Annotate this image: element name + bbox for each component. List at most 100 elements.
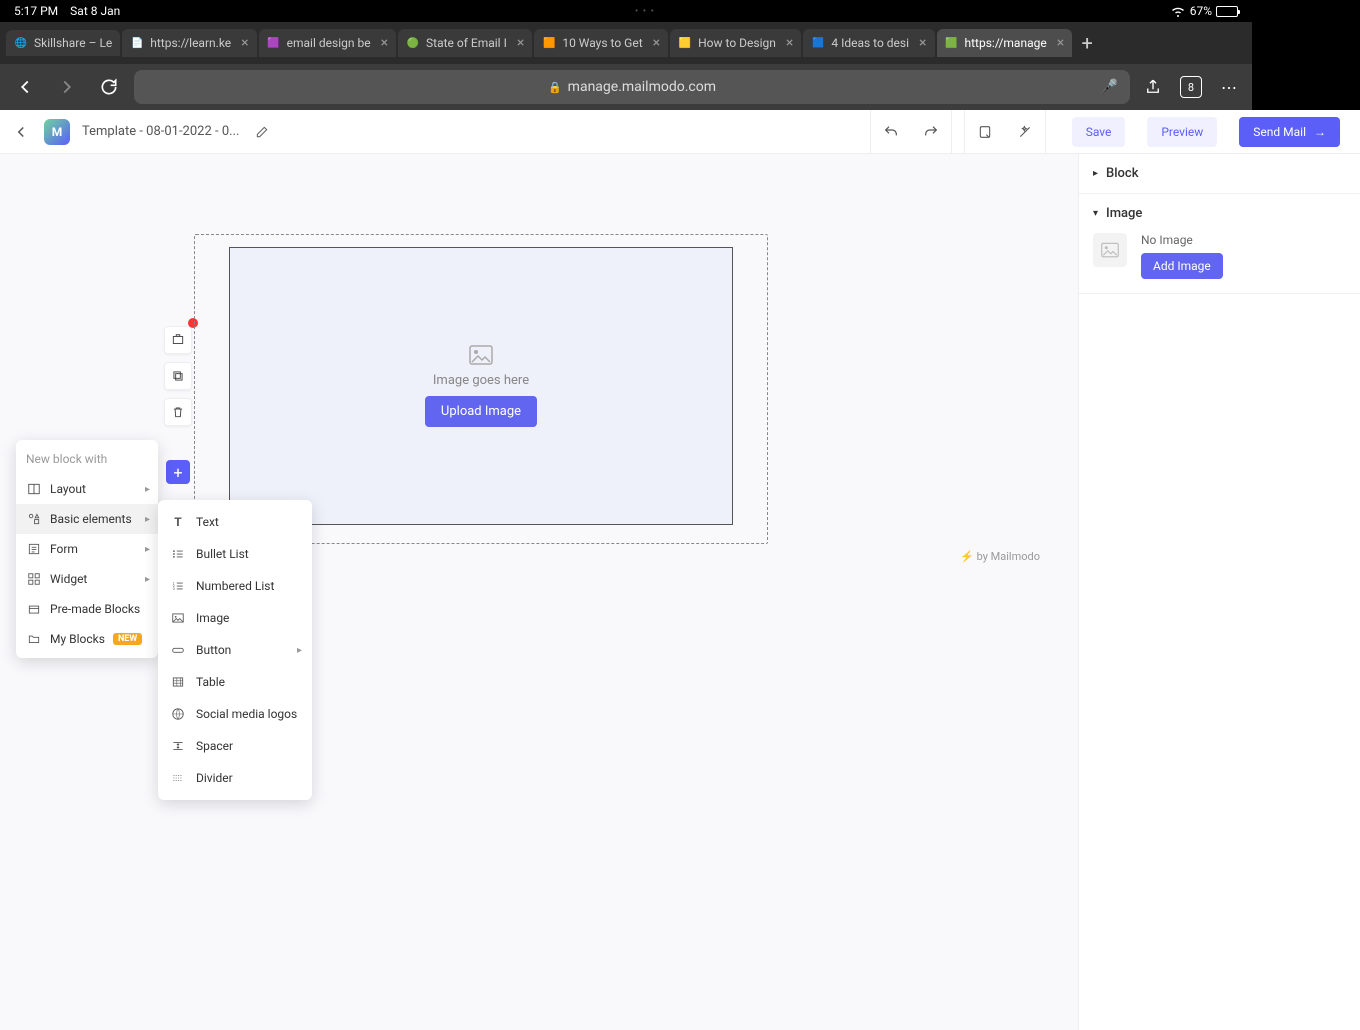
blocks-icon xyxy=(26,601,42,617)
browser-tab[interactable]: 🟦4 Ideas to desi× xyxy=(803,29,934,57)
undo-redo-group xyxy=(870,110,952,154)
submenu-item-image[interactable]: Image xyxy=(158,602,312,634)
globe-icon: 🌐 xyxy=(14,36,28,50)
send-mail-button[interactable]: Send Mail→ xyxy=(1239,117,1340,147)
chevron-right-icon: ▸ xyxy=(145,544,150,555)
close-icon[interactable]: × xyxy=(517,35,524,51)
chevron-right-icon: ▸ xyxy=(1093,168,1098,179)
submenu-item-text[interactable]: TText xyxy=(158,506,312,538)
browser-tab[interactable]: 🟨How to Design× xyxy=(670,29,801,57)
duplicate-block-button[interactable] xyxy=(164,362,192,390)
email-canvas[interactable]: Image goes here Upload Image xyxy=(194,234,768,544)
browser-tab[interactable]: 🟢State of Email I× xyxy=(398,29,532,57)
battery-icon xyxy=(1216,6,1238,17)
chevron-right-icon: ▸ xyxy=(145,514,150,525)
close-icon[interactable]: × xyxy=(653,35,660,51)
browser-url-bar: 🔒 manage.mailmodo.com 🎤 8 ⋯ xyxy=(0,64,1252,110)
panel-image-body: No Image Add Image xyxy=(1079,233,1360,293)
menu-item-form[interactable]: Form▸ xyxy=(16,534,158,564)
submenu-item-divider[interactable]: Divider xyxy=(158,762,312,794)
upload-image-button[interactable]: Upload Image xyxy=(425,396,537,427)
close-icon[interactable]: × xyxy=(1057,35,1064,51)
divider-icon xyxy=(170,770,186,786)
move-block-button[interactable] xyxy=(164,326,192,354)
submenu-item-button[interactable]: Button▸ xyxy=(158,634,312,666)
main: + Image goes here Upload Image ⚡ by Mail… xyxy=(0,154,1360,1030)
app-header: M Template - 08-01-2022 - 0... Save Prev… xyxy=(0,110,1360,154)
close-icon[interactable]: × xyxy=(381,35,388,51)
submenu-item-table[interactable]: Table xyxy=(158,666,312,698)
chevron-right-icon: ▸ xyxy=(145,574,150,585)
bullet-list-icon xyxy=(170,546,186,562)
submenu-item-social[interactable]: Social media logos xyxy=(158,698,312,730)
image-placeholder-block[interactable]: Image goes here Upload Image xyxy=(229,247,733,525)
preview-button[interactable]: Preview xyxy=(1147,117,1217,147)
reload-button[interactable] xyxy=(92,70,126,104)
back-button[interactable] xyxy=(8,70,42,104)
panel-block-header[interactable]: ▸ Block xyxy=(1079,154,1360,193)
table-icon xyxy=(170,674,186,690)
forward-button[interactable] xyxy=(50,70,84,104)
delete-block-button[interactable] xyxy=(164,398,192,426)
menu-button[interactable]: ⋯ xyxy=(1214,72,1244,102)
redo-button[interactable] xyxy=(911,110,951,154)
button-icon xyxy=(170,642,186,658)
new-tab-button[interactable]: + xyxy=(1074,30,1100,56)
edit-icon[interactable] xyxy=(255,125,269,139)
add-image-button[interactable]: Add Image xyxy=(1141,253,1223,279)
close-icon[interactable]: × xyxy=(241,35,248,51)
shapes-icon xyxy=(26,511,42,527)
form-icon xyxy=(26,541,42,557)
image-icon xyxy=(170,610,186,626)
browser-tab[interactable]: 🌐Skillshare – Le xyxy=(6,30,120,56)
app-back-button[interactable] xyxy=(12,123,32,141)
image-placeholder-label: Image goes here xyxy=(433,373,529,388)
favicon-icon: 🟢 xyxy=(406,36,420,50)
save-button[interactable]: Save xyxy=(1072,117,1126,147)
spacer-icon xyxy=(170,738,186,754)
browser-tab[interactable]: 📄https://learn.ke× xyxy=(122,29,256,57)
chevron-right-icon: ▸ xyxy=(297,645,302,656)
close-icon[interactable]: × xyxy=(786,35,793,51)
panel-image-section: ▾ Image No Image Add Image xyxy=(1079,194,1360,294)
tabs-button[interactable]: 8 xyxy=(1176,72,1206,102)
favicon-icon: 📄 xyxy=(130,36,144,50)
status-right: 67% xyxy=(1170,4,1238,18)
basic-elements-submenu: TText Bullet List 123Numbered List Image… xyxy=(158,500,312,800)
svg-text:3: 3 xyxy=(173,587,175,591)
menu-item-myblocks[interactable]: My BlocksNEW xyxy=(16,624,158,654)
favicon-icon: 🟩 xyxy=(945,36,959,50)
close-icon[interactable]: × xyxy=(919,35,926,51)
tools-group xyxy=(964,110,1046,154)
share-button[interactable] xyxy=(1138,72,1168,102)
submenu-item-bullet[interactable]: Bullet List xyxy=(158,538,312,570)
url-field[interactable]: 🔒 manage.mailmodo.com 🎤 xyxy=(134,70,1130,104)
note-button[interactable] xyxy=(965,110,1005,154)
submenu-item-numbered[interactable]: 123Numbered List xyxy=(158,570,312,602)
menu-item-premade[interactable]: Pre-made Blocks xyxy=(16,594,158,624)
no-image-label: No Image xyxy=(1141,233,1223,247)
browser-tab[interactable]: 🟧10 Ways to Get× xyxy=(534,29,668,57)
undo-button[interactable] xyxy=(871,110,911,154)
new-block-menu: New block with Layout▸ Basic elements▸ F… xyxy=(16,440,158,658)
menu-item-basic-elements[interactable]: Basic elements▸ xyxy=(16,504,158,534)
layout-icon xyxy=(26,481,42,497)
magic-button[interactable] xyxy=(1005,110,1045,154)
panel-image-header[interactable]: ▾ Image xyxy=(1079,194,1360,233)
panel-block-section: ▸ Block xyxy=(1079,154,1360,194)
arrow-right-icon: → xyxy=(1314,125,1326,139)
app-logo: M xyxy=(44,119,70,145)
submenu-item-spacer[interactable]: Spacer xyxy=(158,730,312,762)
widget-icon xyxy=(26,571,42,587)
browser-tab-bar: 🌐Skillshare – Le 📄https://learn.ke× 🟪ema… xyxy=(0,22,1252,64)
add-block-button[interactable]: + xyxy=(166,460,190,484)
browser-tab-active[interactable]: 🟩https://manage× xyxy=(937,29,1073,57)
battery-percent: 67% xyxy=(1190,4,1212,18)
mic-icon[interactable]: 🎤 xyxy=(1101,79,1118,95)
menu-item-widget[interactable]: Widget▸ xyxy=(16,564,158,594)
browser-tab[interactable]: 🟪email design be× xyxy=(259,29,396,57)
image-thumbnail xyxy=(1093,233,1127,267)
status-left: 5:17 PM Sat 8 Jan xyxy=(14,4,120,18)
menu-item-layout[interactable]: Layout▸ xyxy=(16,474,158,504)
handle-dots: • • • xyxy=(120,6,1169,17)
